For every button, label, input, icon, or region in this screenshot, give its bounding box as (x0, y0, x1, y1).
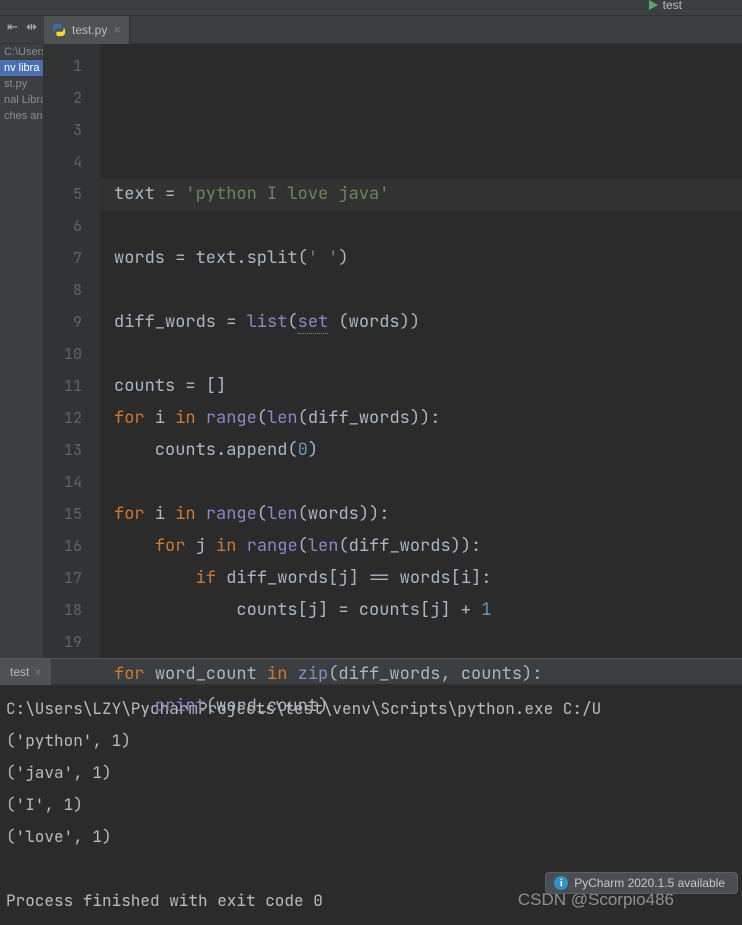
code-line[interactable]: counts[j] = counts[j] + 1 (114, 594, 742, 626)
line-number: 18 (50, 594, 82, 626)
line-number: 5 (50, 178, 82, 210)
project-sidebar[interactable]: C:\Users nv libra st.py nal Librar ches … (0, 44, 44, 658)
line-number: 13 (50, 434, 82, 466)
code-line[interactable] (114, 466, 742, 498)
window-top-strip: test (0, 0, 742, 16)
code-line[interactable]: diff_words = list(set (words)) (114, 306, 742, 338)
code-line[interactable] (114, 722, 742, 754)
sidebar-item[interactable]: nv libra (0, 60, 43, 76)
line-number: 6 (50, 210, 82, 242)
code-line[interactable]: for i in range(len(words)): (114, 498, 742, 530)
code-line[interactable]: for word_count in zip(diff_words, counts… (114, 658, 742, 690)
editor-tab-bar: ⇤ ⇹ test.py × (0, 16, 742, 44)
line-number: 10 (50, 338, 82, 370)
line-number: 16 (50, 530, 82, 562)
sidebar-item[interactable]: C:\Users (0, 44, 43, 60)
code-line[interactable] (114, 146, 742, 178)
line-number: 12 (50, 402, 82, 434)
tab-label: test.py (72, 23, 107, 37)
code-line[interactable]: counts.append(0) (114, 434, 742, 466)
editor[interactable]: 12345678910111213141516171819 text = 'py… (44, 44, 742, 658)
line-number-gutter: 12345678910111213141516171819 (44, 44, 100, 658)
code-line[interactable]: counts = [] (114, 370, 742, 402)
close-icon[interactable]: × (113, 22, 121, 37)
line-number: 1 (50, 50, 82, 82)
run-tab-label: test (10, 665, 29, 679)
code-line[interactable]: words = text.split(' ') (114, 242, 742, 274)
sidebar-item[interactable]: st.py (0, 76, 43, 92)
code-line[interactable] (114, 626, 742, 658)
project-toolbar: ⇤ ⇹ (4, 18, 40, 35)
code-line[interactable] (114, 338, 742, 370)
sidebar-item[interactable]: ches an (0, 108, 43, 124)
code-line[interactable]: for j in range(len(diff_words)): (114, 530, 742, 562)
code-area[interactable]: text = 'python I love java' words = text… (100, 44, 742, 658)
line-number: 2 (50, 82, 82, 114)
close-icon[interactable]: × (34, 665, 41, 679)
info-icon: i (554, 876, 568, 890)
code-line[interactable] (114, 210, 742, 242)
code-line[interactable]: for i in range(len(diff_words)): (114, 402, 742, 434)
run-tab-test[interactable]: test × (0, 659, 51, 685)
play-icon (649, 0, 659, 10)
line-number: 15 (50, 498, 82, 530)
line-number: 11 (50, 370, 82, 402)
line-number: 9 (50, 306, 82, 338)
code-line[interactable]: text = 'python I love java' (114, 178, 742, 210)
code-line[interactable] (114, 274, 742, 306)
sidebar-item[interactable]: nal Librar (0, 92, 43, 108)
notification-text: PyCharm 2020.1.5 available (574, 876, 725, 890)
run-config-name: test (663, 0, 682, 12)
line-number: 19 (50, 626, 82, 658)
code-line[interactable]: print(word_count) (114, 690, 742, 722)
settings-icon[interactable]: ⇹ (23, 18, 40, 35)
run-config-selector[interactable]: test (649, 0, 682, 12)
main-area: C:\Users nv libra st.py nal Librar ches … (0, 44, 742, 658)
line-number: 14 (50, 466, 82, 498)
line-number: 8 (50, 274, 82, 306)
line-number: 7 (50, 242, 82, 274)
line-number: 4 (50, 146, 82, 178)
line-number: 17 (50, 562, 82, 594)
code-line[interactable]: if diff_words[j] == words[i]: (114, 562, 742, 594)
update-notification[interactable]: i PyCharm 2020.1.5 available (545, 872, 738, 894)
python-file-icon (52, 23, 66, 37)
line-number: 3 (50, 114, 82, 146)
collapse-icon[interactable]: ⇤ (4, 18, 21, 35)
editor-tab-test-py[interactable]: test.py × (44, 16, 130, 44)
